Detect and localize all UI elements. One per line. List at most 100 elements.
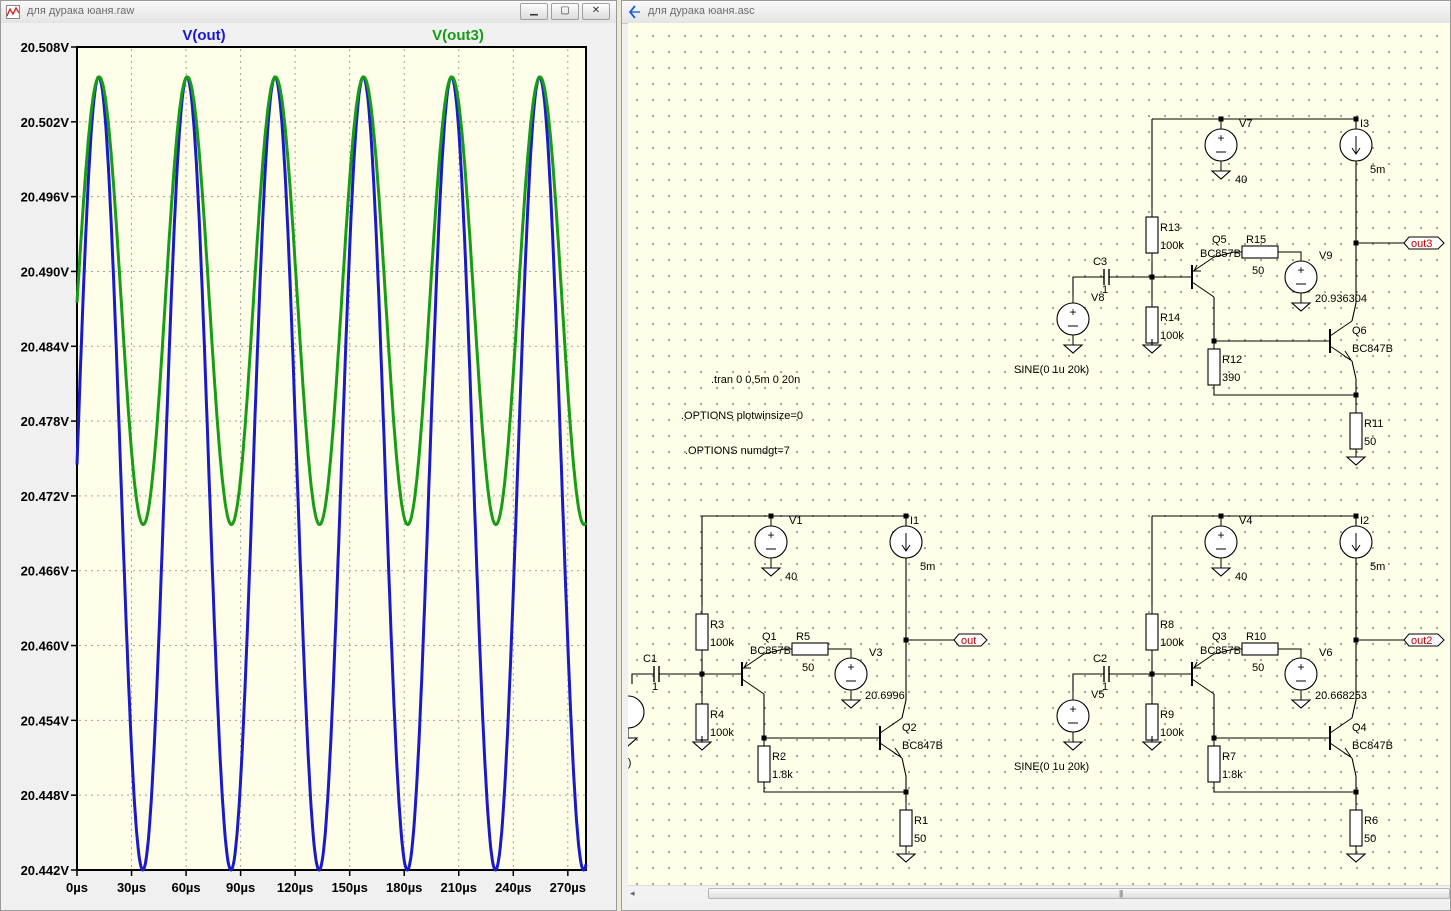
svg-text:+: + <box>1217 131 1224 145</box>
resistor-ref-label: R4 <box>710 709 724 721</box>
waveform-window[interactable]: для дурака юаня.raw ▁ ▢ ✕ V(out) V(out3) … <box>0 0 617 911</box>
wire <box>1290 251 1302 253</box>
x-tick-label: 240µs <box>495 880 531 895</box>
source-ref-label: V9 <box>1319 250 1332 262</box>
transistor-ref-label: Q2 <box>902 722 917 734</box>
voltage-source-v8[interactable]: + <box>1056 295 1090 345</box>
transistor-q3[interactable] <box>1178 653 1215 695</box>
resistor-r1[interactable] <box>899 802 913 854</box>
source-ref-label: V3 <box>869 647 882 659</box>
y-tick-label: 20.508V <box>21 40 70 55</box>
resistor-r8[interactable] <box>1145 606 1159 658</box>
transistor-q5[interactable] <box>1178 256 1215 298</box>
wire <box>1351 757 1357 802</box>
resistor-r10[interactable] <box>1234 642 1290 656</box>
capacitor-c2[interactable] <box>1092 666 1122 682</box>
resistor-ref-label: R5 <box>796 631 810 643</box>
current-source-i1[interactable] <box>889 525 923 559</box>
y-tick-label: 20.490V <box>21 264 70 279</box>
horizontal-scrollbar[interactable]: ◂ ||| <box>628 885 1450 902</box>
resistor-r11[interactable] <box>1349 405 1363 457</box>
y-tick-label: 20.460V <box>21 639 70 654</box>
resistor-ref-label: R8 <box>1160 619 1174 631</box>
close-button[interactable]: ✕ <box>582 3 610 20</box>
wire <box>763 790 906 793</box>
schematic-window[interactable]: для дурака юаня.asc + V7 40 I3 5m out3 R13 100k… <box>621 0 1451 911</box>
voltage-source-v7[interactable]: + <box>1204 121 1238 171</box>
minimize-button[interactable]: ▁ <box>520 3 548 20</box>
x-tick-label: 180µs <box>386 880 422 895</box>
voltage-source-v2[interactable] <box>628 695 645 738</box>
ground-icon <box>1141 741 1163 751</box>
capacitor-ref-label: C1 <box>643 653 657 665</box>
resistor-ref-label: R12 <box>1222 354 1242 366</box>
resistor-r13[interactable] <box>1145 209 1159 261</box>
resistor-value-label: 50 <box>1252 662 1264 674</box>
voltage-source-v9[interactable]: + <box>1284 253 1318 303</box>
resistor-value-label: 390 <box>1222 372 1240 384</box>
resistor-ref-label: R6 <box>1364 815 1378 827</box>
y-tick-label: 20.448V <box>21 788 70 803</box>
capacitor-ref-label: C2 <box>1093 653 1107 665</box>
schematic-titlebar[interactable]: для дурака юаня.asc <box>622 1 1450 24</box>
resistor-r7[interactable] <box>1207 738 1221 790</box>
current-source-i3[interactable] <box>1339 128 1373 162</box>
resistor-value-label: 100k <box>1160 727 1184 739</box>
svg-text:+: + <box>1217 528 1224 542</box>
legend-label[interactable]: V(out3) <box>432 27 484 44</box>
capacitor-c1[interactable] <box>642 666 672 682</box>
resistor-r6[interactable] <box>1349 802 1363 854</box>
spice-directive: .tran 0 0,5m 0 20n <box>711 374 800 386</box>
legend-label[interactable]: V(out) <box>182 27 225 44</box>
resistor-value-label: 100k <box>1160 240 1184 252</box>
resistor-ref-label: R7 <box>1222 751 1236 763</box>
resistor-value-label: 100k <box>710 727 734 739</box>
transistor-q1[interactable] <box>728 653 765 695</box>
x-tick-label: 210µs <box>441 880 477 895</box>
svg-text:+: + <box>1069 305 1076 319</box>
schematic-canvas[interactable]: + V7 40 I3 5m out3 R13 100k R14 100k Q5 BC857B R15 50… <box>628 23 1450 885</box>
ground-icon <box>1210 567 1232 577</box>
y-tick-label: 20.478V <box>21 414 70 429</box>
svg-text:out: out <box>961 635 976 647</box>
y-tick-label: 20.472V <box>21 489 70 504</box>
ground-icon <box>1062 741 1084 751</box>
scroll-left-arrow-icon[interactable]: ◂ <box>630 888 635 899</box>
waveform-titlebar[interactable]: для дурака юаня.raw ▁ ▢ ✕ <box>1 1 616 24</box>
ground-icon <box>1290 302 1312 312</box>
capacitor-c3[interactable] <box>1092 269 1122 285</box>
waveform-plot[interactable]: V(out) V(out3) 20.508V 20.502V 20.496V 20.49… <box>1 23 616 910</box>
scrollbar-thumb[interactable]: ||| <box>708 888 1450 899</box>
source-value-label: 20.6996 <box>865 690 905 702</box>
net-label-out[interactable]: out <box>953 633 988 647</box>
resistor-r5[interactable] <box>784 642 840 656</box>
source-value-label: 40 <box>785 571 797 583</box>
resistor-r3[interactable] <box>695 606 709 658</box>
ground-icon <box>1062 344 1084 354</box>
ground-icon <box>628 737 639 747</box>
source-ref-label: I3 <box>1360 118 1369 130</box>
net-label-out3[interactable]: out3 <box>1403 236 1445 250</box>
voltage-source-v6[interactable]: + <box>1284 650 1318 700</box>
y-tick-label: 20.502V <box>21 115 70 130</box>
voltage-source-v4[interactable]: + <box>1204 518 1238 568</box>
wire <box>901 757 907 802</box>
transistor-model-label: BC847B <box>1352 343 1393 355</box>
voltage-source-v5[interactable]: + <box>1056 692 1090 742</box>
voltage-source-v3[interactable]: + <box>834 650 868 700</box>
net-label-out2[interactable]: out2 <box>1403 633 1445 647</box>
voltage-source-v1[interactable]: + <box>754 518 788 568</box>
transistor-q6[interactable] <box>1316 320 1353 362</box>
source-value-label: 20.668253 <box>1315 690 1367 702</box>
transistor-q4[interactable] <box>1316 717 1353 759</box>
scrollbar-grip-icon: ||| <box>1119 889 1123 898</box>
transistor-model-label: BC847B <box>902 740 943 752</box>
transistor-q2[interactable] <box>866 717 903 759</box>
resistor-r2[interactable] <box>757 738 771 790</box>
resistor-r12[interactable] <box>1207 341 1221 393</box>
resistor-r15[interactable] <box>1234 245 1290 259</box>
maximize-button[interactable]: ▢ <box>551 3 579 20</box>
x-tick-label: 270µs <box>550 880 586 895</box>
ground-icon <box>760 567 782 577</box>
current-source-i2[interactable] <box>1339 525 1373 559</box>
